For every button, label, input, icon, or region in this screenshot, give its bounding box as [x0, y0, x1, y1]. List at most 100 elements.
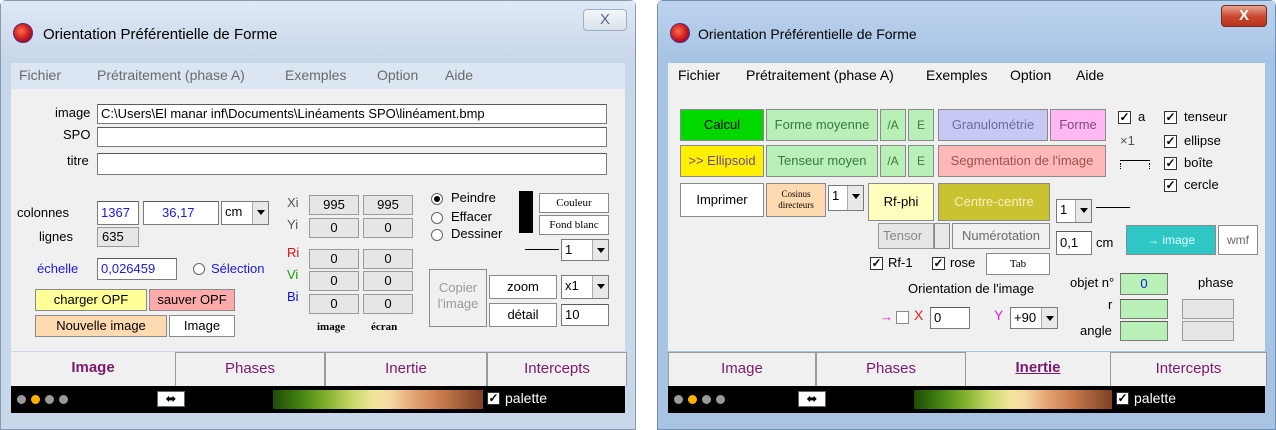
nouvelle-image-button[interactable]: Nouvelle image	[35, 315, 167, 337]
colonnes-field[interactable]: 1367	[97, 201, 139, 225]
rf1-checkbox[interactable]: ✓	[870, 257, 883, 270]
image-path-field[interactable]: C:\Users\El manar inf\Documents\Linéamen…	[97, 104, 607, 124]
orientation-label: Orientation de l'image	[908, 281, 1035, 296]
tab-phases[interactable]: Phases	[175, 352, 325, 386]
menu-pretraitement[interactable]: Prétraitement (phase A)	[97, 67, 245, 83]
unit-select[interactable]: cm	[221, 201, 269, 225]
tab-image[interactable]: Image	[668, 352, 816, 386]
dot-icon	[31, 395, 40, 404]
forme-button[interactable]: Forme	[1050, 109, 1106, 141]
ellipsoid-button[interactable]: >> Ellipsoid	[680, 145, 764, 177]
zoom-button[interactable]: zoom	[489, 275, 557, 299]
forme-moyenne-button[interactable]: Forme moyenne	[766, 109, 878, 141]
to-image-button[interactable]: → image	[1126, 225, 1216, 255]
menu-pretraitement[interactable]: Prétraitement (phase A)	[746, 67, 894, 83]
tab-intercepts[interactable]: Intercepts	[487, 352, 627, 386]
menu-fichier[interactable]: Fichier	[19, 67, 61, 83]
line-width-value: 1	[565, 242, 573, 257]
cosinus-select[interactable]: 1	[828, 185, 864, 211]
wmf-button[interactable]: wmf	[1218, 225, 1258, 255]
dessiner-radio[interactable]	[431, 229, 443, 241]
tensor-select[interactable]: Tensor	[878, 223, 934, 249]
charger-opf-button[interactable]: charger OPF	[35, 289, 147, 311]
close-icon[interactable]: X	[583, 9, 627, 31]
orientation-checkbox[interactable]	[896, 311, 909, 324]
e-button-2[interactable]: E	[908, 145, 934, 177]
tenseur-moyen-button[interactable]: Tenseur moyen	[766, 145, 878, 177]
menu-exemples[interactable]: Exemples	[926, 67, 987, 83]
right-status-bar: ⬌ ✓ palette	[668, 386, 1265, 413]
sauver-opf-button[interactable]: sauver OPF	[149, 289, 235, 311]
peindre-radio[interactable]	[431, 193, 443, 205]
palette-checkbox[interactable]: ✓	[487, 392, 500, 405]
dot-icon	[716, 395, 725, 404]
image-button[interactable]: Image	[169, 315, 235, 337]
rf-phi-button[interactable]: Rf-phi	[868, 183, 934, 221]
line-width-select[interactable]: 1	[1056, 199, 1092, 223]
spo-field[interactable]	[97, 127, 607, 147]
titre-field[interactable]	[97, 153, 607, 175]
menu-exemples[interactable]: Exemples	[285, 67, 346, 83]
palette-checkbox[interactable]: ✓	[1116, 392, 1129, 405]
ellipse-checkbox[interactable]: ✓	[1164, 135, 1177, 148]
calcul-button[interactable]: Calcul	[680, 109, 764, 141]
fond-blanc-button[interactable]: Fond blanc	[539, 215, 609, 235]
menu-aide[interactable]: Aide	[1076, 67, 1104, 83]
zoom-select[interactable]: x1	[561, 275, 609, 299]
cercle-checkbox[interactable]: ✓	[1164, 179, 1177, 192]
imprimer-button[interactable]: Imprimer	[680, 183, 764, 217]
cosinus-directeurs-button[interactable]: Cosinus directeurs	[766, 183, 826, 217]
e-button-1[interactable]: E	[908, 109, 934, 141]
color-swatch[interactable]	[519, 191, 533, 233]
tab-inertie[interactable]: Inertie	[966, 352, 1110, 386]
vi-image-value: 0	[309, 271, 359, 291]
selection-radio[interactable]	[193, 263, 205, 275]
tab-phases[interactable]: Phases	[816, 352, 966, 386]
cosinus-value: 1	[832, 188, 840, 203]
ri-screen-value: 0	[363, 249, 413, 269]
objet-field[interactable]: 0	[1120, 273, 1168, 295]
tab-inertie[interactable]: Inertie	[325, 352, 487, 386]
couleur-button[interactable]: Couleur	[539, 193, 609, 213]
centre-centre-button[interactable]: Centre-centre	[938, 183, 1050, 221]
detail-button[interactable]: détail	[489, 303, 557, 327]
scale-ticks	[1120, 163, 1150, 169]
boite-checkbox[interactable]: ✓	[1164, 157, 1177, 170]
echelle-field[interactable]: 0,026459	[97, 258, 177, 280]
right-tab-row: Image Phases Inertie Intercepts	[668, 352, 1267, 386]
tab-intercepts[interactable]: Intercepts	[1110, 352, 1267, 386]
a-button-1[interactable]: /A	[880, 109, 906, 141]
line-width-select[interactable]: 1	[561, 239, 609, 261]
granulometrie-button[interactable]: Granulométrie	[938, 109, 1048, 141]
y-select[interactable]: +90	[1010, 307, 1058, 329]
unit-value: cm	[225, 204, 243, 219]
a-checkbox[interactable]: ✓	[1118, 111, 1131, 124]
cm-field[interactable]: 0,1	[1056, 231, 1092, 255]
tenseur-checkbox[interactable]: ✓	[1164, 111, 1177, 124]
x-field[interactable]: 0	[930, 307, 970, 329]
width-field[interactable]: 36,17	[143, 201, 219, 225]
menu-aide[interactable]: Aide	[445, 67, 473, 83]
scale-slider[interactable]	[1120, 153, 1150, 161]
tab-image[interactable]: Image	[11, 352, 175, 386]
rose-checkbox[interactable]: ✓	[932, 257, 945, 270]
segmentation-button[interactable]: Segmentation de l'image	[938, 145, 1106, 177]
copier-image-button[interactable]: Copier l'image	[429, 269, 487, 327]
menu-option[interactable]: Option	[1010, 67, 1051, 83]
double-arrow-icon[interactable]: ⬌	[798, 391, 826, 407]
angle-field	[1120, 321, 1168, 341]
a-button-2[interactable]: /A	[880, 145, 906, 177]
numerotation-button[interactable]: Numérotation	[952, 223, 1050, 249]
menu-fichier[interactable]: Fichier	[678, 67, 720, 83]
phase-field-2	[1182, 321, 1234, 341]
close-icon[interactable]: X	[1221, 5, 1267, 27]
double-arrow-icon[interactable]: ⬌	[157, 391, 185, 407]
left-title-bar: Orientation Préférentielle de Forme X	[1, 1, 635, 63]
vi-screen-value: 0	[363, 271, 413, 291]
echelle-label: échelle	[37, 261, 79, 276]
tab-button[interactable]: Tab	[986, 253, 1050, 275]
detail-field[interactable]: 10	[561, 304, 609, 326]
menu-option[interactable]: Option	[377, 67, 418, 83]
chevron-down-icon[interactable]	[934, 223, 950, 249]
effacer-radio[interactable]	[431, 212, 443, 224]
